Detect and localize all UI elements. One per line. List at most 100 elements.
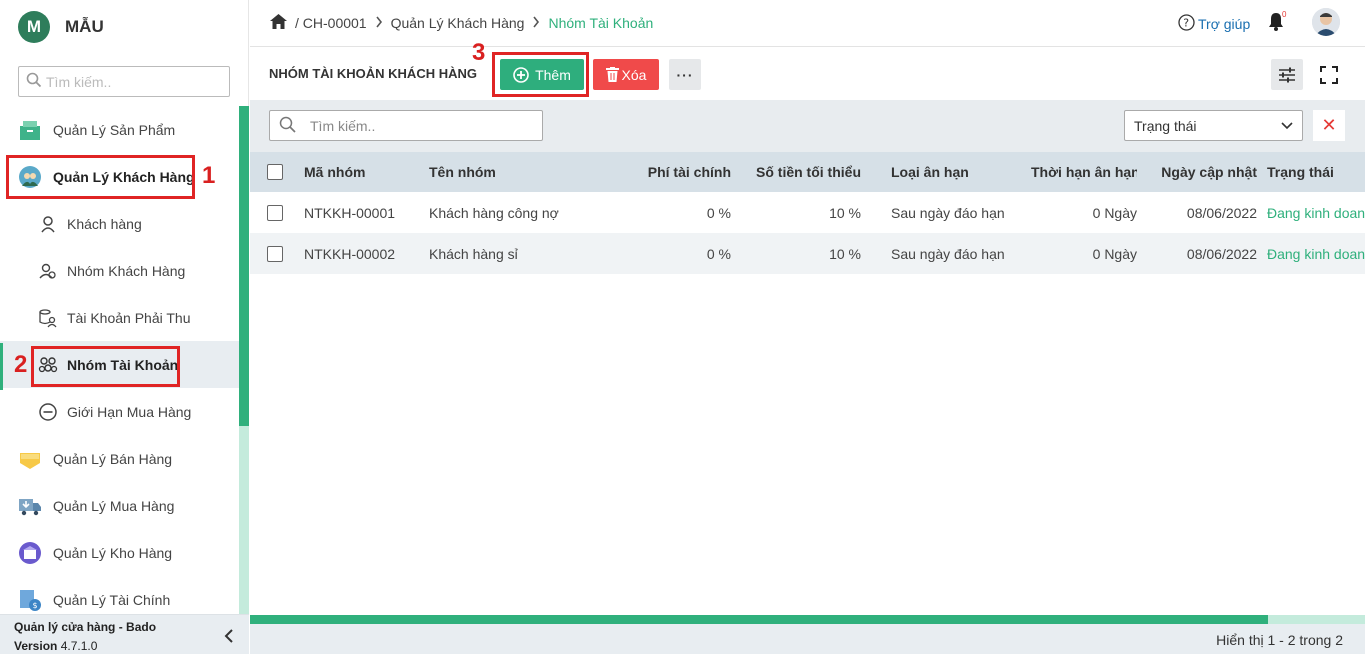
brand[interactable]: M MẪU — [18, 11, 104, 43]
help-link[interactable]: ? Trợ giúp — [1178, 14, 1250, 34]
horizontal-scrollbar-thumb[interactable] — [250, 615, 1268, 624]
row-checkbox[interactable] — [267, 204, 283, 221]
sidebar-item-sales[interactable]: Quản Lý Bán Hàng — [0, 435, 239, 482]
sidebar-item-finance[interactable]: $ Quản Lý Tài Chính — [0, 576, 239, 614]
annotation-number-3: 3 — [472, 39, 486, 66]
delete-button[interactable]: Xóa — [593, 59, 659, 90]
fullscreen-button[interactable] — [1313, 59, 1345, 90]
column-header-grace-type[interactable]: Loại ân hạn — [861, 164, 1031, 180]
breadcrumb-store[interactable]: / CH-00001 — [295, 15, 367, 31]
sliders-icon — [1279, 67, 1295, 82]
table-row[interactable]: NTKKH-00002 Khách hàng sỉ 0 % 10 % Sau n… — [250, 233, 1365, 274]
avatar[interactable] — [1312, 8, 1340, 36]
finance-icon: $ — [18, 588, 42, 612]
breadcrumb: / CH-00001 Quản Lý Khách Hàng Nhóm Tài K… — [270, 14, 653, 32]
cell-name: Khách hàng công nợ — [429, 204, 559, 221]
cell-updated: 08/06/2022 — [1186, 245, 1257, 262]
annotation-box-3 — [492, 52, 589, 97]
svg-text:$: $ — [33, 601, 38, 610]
toolbar: NHÓM TÀI KHOẢN KHÁCH HÀNG Thêm Xóa ··· — [250, 48, 1365, 100]
annotation-box-2 — [31, 346, 180, 387]
annotation-box-1 — [6, 155, 195, 199]
filter-bar: Trạng thái ✕ — [250, 100, 1365, 152]
annotation-number-2: 2 — [14, 351, 28, 378]
column-header-min-amount[interactable]: Số tiền tối thiểu — [731, 164, 861, 180]
sidebar-item-label: Khách hàng — [67, 215, 142, 232]
home-icon[interactable] — [270, 14, 287, 32]
cell-code: NTKKH-00002 — [304, 245, 396, 262]
sidebar-item-label: Quản Lý Bán Hàng — [53, 450, 173, 467]
sidebar-item-customer[interactable]: Khách hàng — [0, 200, 239, 247]
minus-circle-icon — [38, 402, 58, 422]
cell-status: Đang kinh doanh — [1267, 245, 1365, 262]
status-filter-label: Trạng thái — [1134, 117, 1197, 134]
row-select-cell — [250, 245, 304, 262]
product-box-icon — [18, 118, 42, 142]
help-label: Trợ giúp — [1198, 16, 1251, 32]
table-search — [269, 110, 543, 141]
sidebar-item-receivables[interactable]: Tài Khoản Phải Thu — [0, 294, 239, 341]
row-checkbox[interactable] — [267, 245, 283, 262]
sidebar-item-label: Nhóm Khách Hàng — [67, 262, 186, 279]
version-label: Version — [14, 639, 58, 653]
active-indicator — [0, 343, 3, 390]
cell-fee: 0 % — [706, 245, 731, 262]
select-all-checkbox[interactable] — [267, 164, 283, 180]
column-header-fee[interactable]: Phí tài chính — [599, 164, 731, 180]
version-number: 4.7.1.0 — [60, 639, 98, 653]
column-header-name[interactable]: Tên nhóm — [429, 164, 599, 180]
sidebar-item-warehouse[interactable]: Quản Lý Kho Hàng — [0, 529, 239, 576]
cell-status: Đang kinh doanh — [1267, 204, 1365, 221]
sidebar-scrollbar-thumb[interactable] — [239, 106, 249, 426]
search-icon — [279, 116, 296, 136]
cell-min-amount: 10 % — [829, 204, 861, 221]
page-title: NHÓM TÀI KHOẢN KHÁCH HÀNG — [269, 66, 477, 81]
table-header: Mã nhóm Tên nhóm Phí tài chính Số tiền t… — [250, 152, 1365, 192]
warehouse-icon — [18, 541, 42, 565]
chevron-right-icon — [375, 15, 383, 31]
clear-filter-button[interactable]: ✕ — [1313, 110, 1345, 141]
select-all-cell — [250, 164, 304, 180]
table-search-input[interactable] — [310, 117, 530, 134]
sidebar-item-label: Quản Lý Sản Phẩm — [53, 121, 176, 138]
sidebar-item-products[interactable]: Quản Lý Sản Phẩm — [0, 106, 239, 153]
delete-button-label: Xóa — [621, 66, 647, 83]
footer-app-name: Quản lý cửa hàng - Bado — [14, 620, 157, 634]
status-filter-select[interactable]: Trạng thái — [1124, 110, 1303, 141]
sidebar-item-customer-group[interactable]: Nhóm Khách Hàng — [0, 247, 239, 294]
more-options-button[interactable]: ··· — [669, 59, 701, 90]
column-header-grace-term[interactable]: Thời hạn ân hạn — [1031, 164, 1137, 180]
expand-icon — [1320, 65, 1338, 84]
sidebar-search — [18, 66, 230, 97]
chevron-left-icon — [224, 629, 233, 643]
sidebar-search-input[interactable] — [46, 73, 226, 90]
column-header-updated[interactable]: Ngày cập nhật — [1137, 164, 1257, 180]
column-header-status[interactable]: Trạng thái — [1257, 164, 1365, 180]
sidebar-footer: Quản lý cửa hàng - Bado Version 4.7.1.0 — [0, 614, 249, 654]
cell-grace-type: Sau ngày đáo hạn — [891, 204, 1005, 221]
chevron-right-icon — [532, 15, 540, 31]
data-table: Mã nhóm Tên nhóm Phí tài chính Số tiền t… — [250, 152, 1365, 274]
sidebar-item-label: Quản Lý Mua Hàng — [53, 497, 175, 514]
cell-grace-term: 0 Ngày — [1092, 245, 1137, 262]
sidebar: M MẪU Quản Lý Sản Phẩm Quản Lý Khách Hàn… — [0, 0, 249, 654]
sidebar-item-label: Giới Hạn Mua Hàng — [67, 403, 192, 420]
cell-grace-type: Sau ngày đáo hạn — [891, 245, 1005, 262]
search-icon — [26, 72, 42, 91]
column-header-code[interactable]: Mã nhóm — [304, 164, 429, 180]
footer-version: Version 4.7.1.0 — [14, 639, 97, 653]
brand-logo: M — [18, 11, 50, 43]
sidebar-item-purchases[interactable]: Quản Lý Mua Hàng — [0, 482, 239, 529]
breadcrumb-customers[interactable]: Quản Lý Khách Hàng — [391, 15, 525, 31]
notification-badge: 0 — [1282, 10, 1287, 19]
sidebar-item-purchase-limit[interactable]: Giới Hạn Mua Hàng — [0, 388, 239, 435]
sidebar-item-label: Quản Lý Tài Chính — [53, 591, 171, 608]
column-settings-button[interactable] — [1271, 59, 1303, 90]
sidebar-item-label: Tài Khoản Phải Thu — [67, 309, 191, 326]
collapse-sidebar-button[interactable] — [220, 627, 238, 645]
trash-icon — [605, 67, 619, 82]
top-bar: / CH-00001 Quản Lý Khách Hàng Nhóm Tài K… — [250, 0, 1365, 47]
cell-name: Khách hàng sỉ — [429, 245, 518, 262]
table-row[interactable]: NTKKH-00001 Khách hàng công nợ 0 % 10 % … — [250, 192, 1365, 233]
account-receivable-icon — [38, 308, 58, 328]
